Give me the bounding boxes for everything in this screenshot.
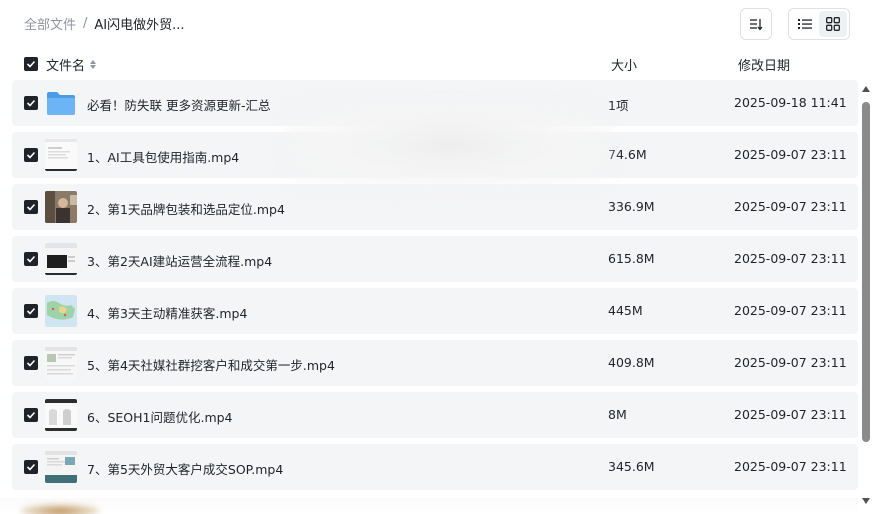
breadcrumb-current: AI闪电做外贸... xyxy=(94,18,185,33)
table-row[interactable]: 7、第5天外贸大客户成交SOP.mp4 345.6M 2025-09-07 23… xyxy=(12,444,858,490)
scroll-down-arrow-icon[interactable] xyxy=(862,498,870,504)
check-icon xyxy=(26,151,36,159)
column-modified[interactable]: 修改日期 xyxy=(738,55,790,74)
file-modified: 2025-09-07 23:11 xyxy=(734,459,847,474)
video-thumbnail xyxy=(45,399,77,431)
video-thumbnail xyxy=(45,243,77,275)
table-row[interactable]: 4、第3天主动精准获客.mp4 445M 2025-09-07 23:11 xyxy=(12,288,858,334)
view-toggle xyxy=(788,8,850,40)
check-icon xyxy=(26,359,36,367)
file-name: 3、第2天AI建站运营全流程.mp4 xyxy=(87,254,273,269)
select-all-checkbox[interactable] xyxy=(24,57,38,71)
check-icon xyxy=(26,60,36,68)
table-row[interactable]: 6、SEOH1问题优化.mp4 8M 2025-09-07 23:11 xyxy=(12,392,858,438)
file-size: 615.8M xyxy=(608,251,655,266)
sort-icon xyxy=(750,19,763,31)
file-name: 6、SEOH1问题优化.mp4 xyxy=(87,410,233,425)
grid-view-icon xyxy=(826,17,840,31)
table-row[interactable]: 必看！防失联 更多资源更新-汇总 1项 2025-09-18 11:41 xyxy=(12,80,858,126)
file-modified: 2025-09-07 23:11 xyxy=(734,199,847,214)
list-view-button[interactable] xyxy=(791,11,819,37)
check-icon xyxy=(26,203,36,211)
column-name[interactable]: 文件名 xyxy=(46,55,97,74)
video-thumbnail xyxy=(45,139,77,171)
file-modified: 2025-09-18 11:41 xyxy=(734,95,847,110)
video-thumbnail xyxy=(45,191,77,223)
video-thumbnail xyxy=(45,347,77,379)
table-row[interactable]: 5、第4天社媒社群挖客户和成交第一步.mp4 409.8M 2025-09-07… xyxy=(12,340,858,386)
file-size: 409.8M xyxy=(608,355,655,370)
row-checkbox[interactable] xyxy=(24,356,38,370)
file-name: 5、第4天社媒社群挖客户和成交第一步.mp4 xyxy=(87,358,335,373)
file-name: 必看！防失联 更多资源更新-汇总 xyxy=(87,98,271,113)
scrollbar-thumb[interactable] xyxy=(862,102,870,442)
file-size: 345.6M xyxy=(608,459,655,474)
vertical-scrollbar[interactable] xyxy=(860,86,872,514)
next-row-thumbnail-peek xyxy=(20,504,100,514)
breadcrumb-root[interactable]: 全部文件 xyxy=(24,14,76,33)
scroll-up-arrow-icon[interactable] xyxy=(862,86,870,92)
check-icon xyxy=(26,99,36,107)
file-modified: 2025-09-07 23:11 xyxy=(734,407,847,422)
grid-view-button[interactable] xyxy=(819,11,847,37)
check-icon xyxy=(26,255,36,263)
file-size: 445M xyxy=(608,303,643,318)
video-thumbnail xyxy=(45,451,77,483)
sort-caret-icon xyxy=(90,60,97,69)
column-name-label: 文件名 xyxy=(46,59,86,74)
row-checkbox[interactable] xyxy=(24,200,38,214)
row-checkbox[interactable] xyxy=(24,148,38,162)
file-modified: 2025-09-07 23:11 xyxy=(734,251,847,266)
video-thumbnail xyxy=(45,295,77,327)
row-checkbox[interactable] xyxy=(24,460,38,474)
check-icon xyxy=(26,307,36,315)
file-name: 7、第5天外贸大客户成交SOP.mp4 xyxy=(87,462,284,477)
next-row-peek xyxy=(0,498,858,514)
column-header: 文件名 大小 修改日期 xyxy=(0,52,874,76)
file-name: 1、AI工具包使用指南.mp4 xyxy=(87,150,240,165)
breadcrumb-separator: / xyxy=(83,16,88,31)
table-row[interactable]: 2、第1天品牌包装和选品定位.mp4 336.9M 2025-09-07 23:… xyxy=(12,184,858,230)
file-name: 2、第1天品牌包装和选品定位.mp4 xyxy=(87,202,285,217)
table-row[interactable]: 1、AI工具包使用指南.mp4 74.6M 2025-09-07 23:11 xyxy=(12,132,858,178)
check-icon xyxy=(26,411,36,419)
check-icon xyxy=(26,463,36,471)
column-size[interactable]: 大小 xyxy=(611,55,637,74)
header: 全部文件 / AI闪电做外贸... xyxy=(0,0,874,48)
folder-icon xyxy=(45,87,77,119)
table-row[interactable]: 3、第2天AI建站运营全流程.mp4 615.8M 2025-09-07 23:… xyxy=(12,236,858,282)
file-modified: 2025-09-07 23:11 xyxy=(734,355,847,370)
file-size: 8M xyxy=(608,407,627,422)
row-checkbox[interactable] xyxy=(24,96,38,110)
file-list: 必看！防失联 更多资源更新-汇总 1项 2025-09-18 11:41 1、A… xyxy=(0,80,874,514)
list-view-icon xyxy=(798,19,812,29)
file-size: 336.9M xyxy=(608,199,655,214)
row-checkbox[interactable] xyxy=(24,252,38,266)
row-checkbox[interactable] xyxy=(24,304,38,318)
row-checkbox[interactable] xyxy=(24,408,38,422)
file-modified: 2025-09-07 23:11 xyxy=(734,147,847,162)
breadcrumb: 全部文件 / AI闪电做外贸... xyxy=(24,14,185,33)
sort-button[interactable] xyxy=(740,8,772,40)
file-modified: 2025-09-07 23:11 xyxy=(734,303,847,318)
file-size: 74.6M xyxy=(608,147,647,162)
file-name: 4、第3天主动精准获客.mp4 xyxy=(87,306,248,321)
file-size: 1项 xyxy=(608,98,629,113)
